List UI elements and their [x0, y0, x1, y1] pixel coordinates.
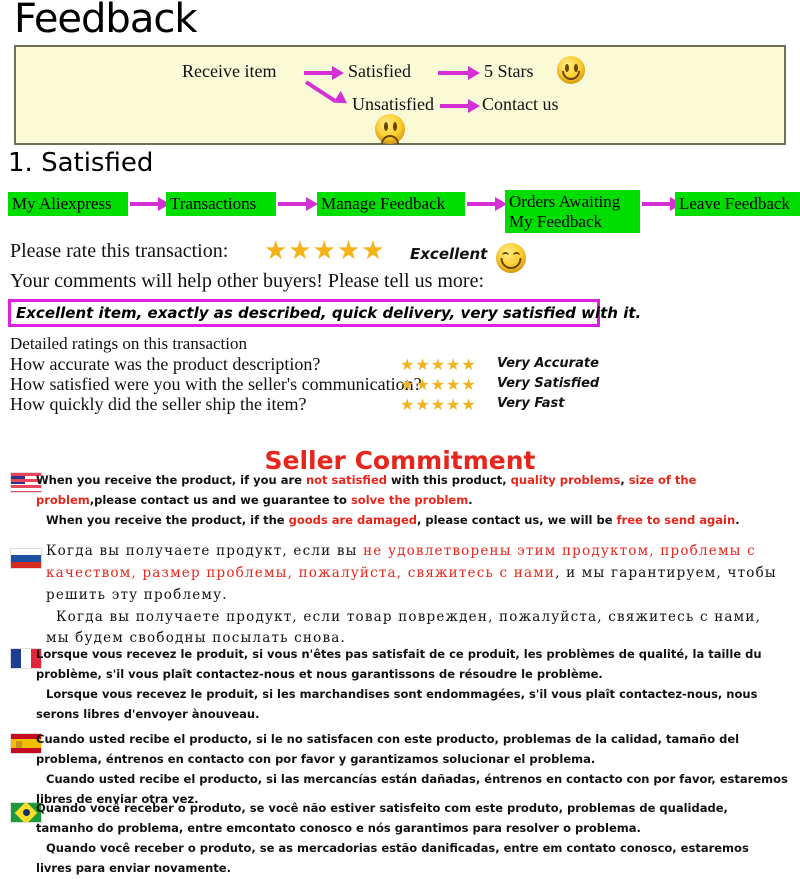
commitment-text-english: When you receive the product, if you are…: [36, 470, 788, 530]
flow-label-satisfied: Satisfied: [348, 61, 411, 81]
rating-stars[interactable]: ★★★★★: [264, 238, 386, 264]
commitment-paragraph: Cuando usted recibe el producto, si le n…: [36, 732, 740, 767]
commitment-paragraph: When you receive the product, if the goo…: [46, 513, 740, 528]
step-transactions[interactable]: Transactions: [166, 192, 276, 216]
detailed-rating-label: Very Accurate: [497, 356, 599, 371]
commitment-text-russian: Когда вы получаете продукт, если вы не у…: [46, 541, 788, 650]
comment-input-box[interactable]: Excellent item, exactly as described, qu…: [8, 299, 641, 327]
detailed-rating-question: How accurate was the product description…: [10, 354, 321, 374]
page-title: Feedback: [14, 0, 197, 42]
frowning-face-icon: [375, 114, 405, 144]
commitment-paragraph: Когда вы получаете продукт, если вы не у…: [46, 543, 777, 603]
rate-transaction-prompt: Please rate this transaction:: [10, 240, 229, 262]
detailed-rating-stars[interactable]: ★★★★★: [400, 398, 477, 414]
rating-word-label: Excellent: [410, 245, 488, 263]
commitment-paragraph: When you receive the product, if you are…: [36, 473, 697, 508]
commitment-text-portuguese: Quando você receber o produto, se você n…: [36, 798, 788, 879]
detailed-rating-stars[interactable]: ★★★★★: [400, 378, 477, 394]
flag-russia-icon: [10, 548, 42, 569]
step-orders-awaiting-my-feedback[interactable]: Orders Awaiting My Feedback: [505, 190, 640, 234]
step-manage-feedback[interactable]: Manage Feedback: [317, 192, 465, 216]
flow-label-unsatisfied: Unsatisfied: [352, 94, 434, 114]
detailed-rating-stars[interactable]: ★★★★★: [400, 358, 477, 374]
commitment-paragraph: Lorsque vous recevez le produit, si les …: [36, 687, 758, 722]
grinning-face-icon: [496, 243, 526, 273]
step-leave-feedback[interactable]: Leave Feedback: [675, 192, 800, 216]
flow-label-contact-us: Contact us: [482, 94, 559, 114]
section-heading-satisfied: 1. Satisfied: [8, 148, 154, 178]
commitment-paragraph: Quando você receber o produto, se as mer…: [36, 841, 749, 876]
commitment-paragraph: Quando você receber o produto, se você n…: [36, 801, 728, 836]
step-my-aliexpress[interactable]: My Aliexpress: [8, 192, 128, 216]
detailed-rating-question: How quickly did the seller ship the item…: [10, 394, 307, 414]
detailed-ratings-heading: Detailed ratings on this transaction: [10, 334, 247, 353]
arrow-diagonal-down-icon: [304, 80, 354, 110]
flow-label-five-stars: 5 Stars: [484, 61, 534, 81]
commitment-text-french: Lorsque vous recevez le produit, si vous…: [36, 644, 788, 725]
feedback-steps: My Aliexpress Transactions Manage Feedba…: [8, 190, 800, 234]
detailed-rating-label: Very Satisfied: [497, 376, 600, 391]
smiling-face-icon: [557, 56, 585, 84]
comment-text: Excellent item, exactly as described, qu…: [16, 304, 642, 322]
detailed-rating-label: Very Fast: [497, 396, 565, 411]
flow-label-receive-item: Receive item: [182, 61, 277, 81]
commitment-paragraph: Lorsque vous recevez le produit, si vous…: [36, 647, 762, 682]
comments-prompt: Your comments will help other buyers! Pl…: [10, 270, 485, 292]
detailed-rating-question: How satisfied were you with the seller's…: [10, 374, 422, 394]
